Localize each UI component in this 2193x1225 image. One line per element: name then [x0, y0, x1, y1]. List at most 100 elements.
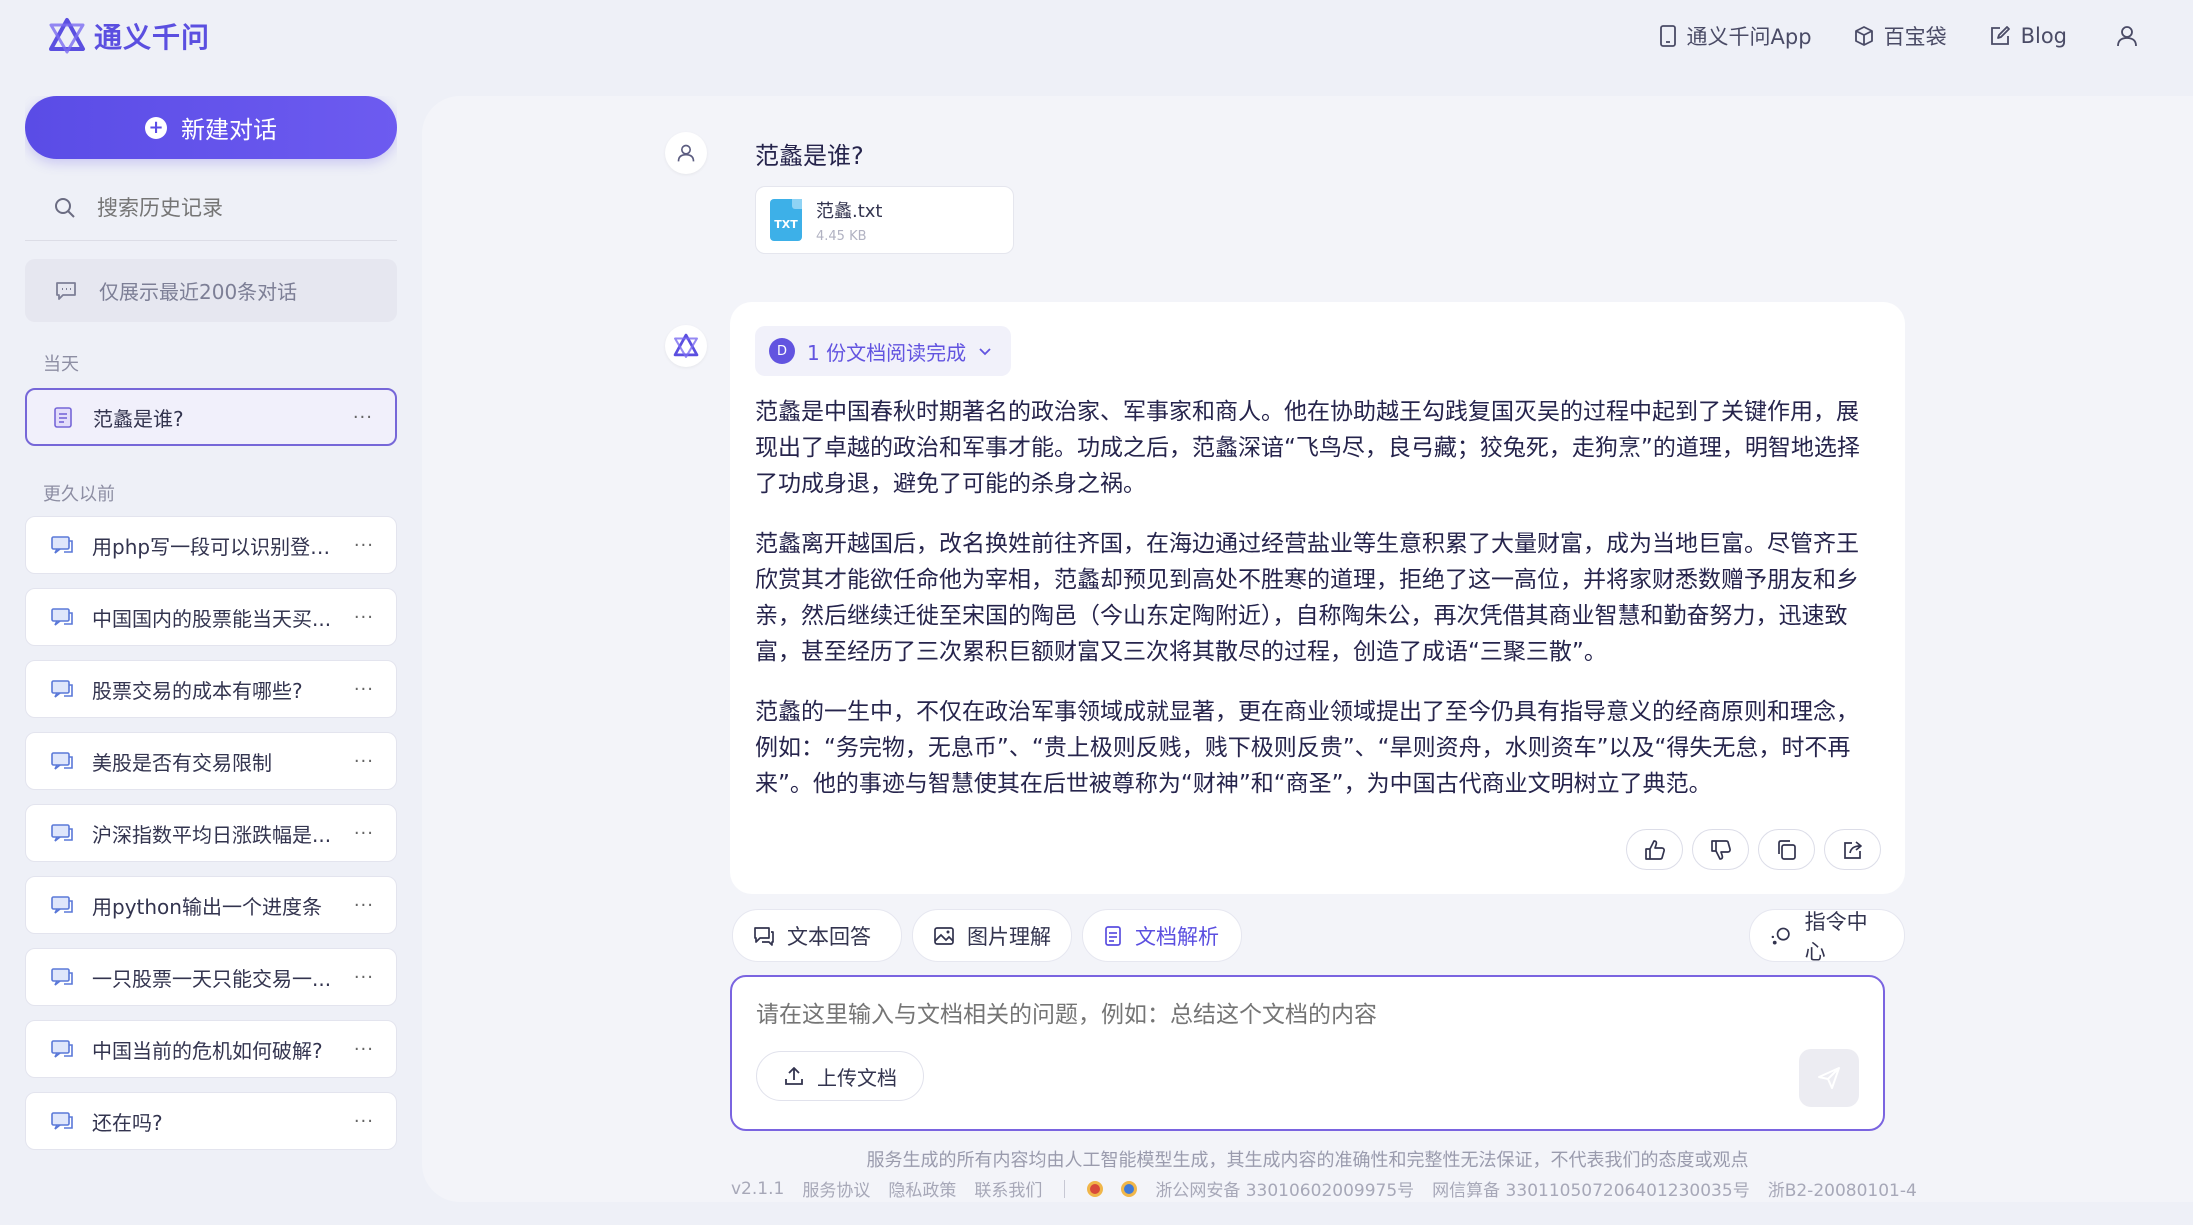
upload-document-button[interactable]: 上传文档	[756, 1051, 924, 1101]
dislike-button[interactable]	[1692, 829, 1749, 870]
history-item[interactable]: 用python输出一个进度条 ···	[25, 876, 397, 934]
thumbs-up-icon	[1644, 839, 1665, 860]
license-link[interactable]: 浙B2-20080101-4	[1768, 1176, 1917, 1201]
copy-button[interactable]	[1758, 829, 1815, 870]
emblem-icon	[1087, 1180, 1104, 1197]
document-icon	[54, 407, 72, 428]
tab-text-answer[interactable]: 文本回答	[732, 909, 902, 962]
like-button[interactable]	[1626, 829, 1683, 870]
blog-link[interactable]: Blog	[1989, 24, 2067, 48]
footer-divider	[1064, 1179, 1066, 1198]
chat-icon	[51, 1040, 73, 1058]
attached-file-card[interactable]: TXT 范蠡.txt 4.45 KB	[755, 186, 1014, 254]
history-item-label: 用php写一段可以识别登录...	[92, 534, 336, 559]
answer-actions	[1626, 829, 1881, 870]
top-nav: 通义千问App 百宝袋 Blog	[1659, 18, 2145, 54]
history-limit-notice: 仅展示最近200条对话	[25, 259, 397, 322]
user-icon	[2117, 25, 2137, 46]
contact-link[interactable]: 联系我们	[974, 1176, 1042, 1201]
file-name: 范蠡.txt	[816, 200, 883, 222]
more-icon[interactable]: ···	[354, 679, 374, 700]
copy-icon	[1777, 839, 1796, 860]
new-chat-button[interactable]: + 新建对话	[25, 96, 397, 159]
icp-record-link[interactable]: 网信算备 330110507206401230035号	[1432, 1176, 1750, 1201]
blog-label: Blog	[2020, 23, 2067, 48]
tab-doc-analysis-label: 文档解析	[1135, 924, 1219, 949]
history-item[interactable]: 中国当前的危机如何破解? ···	[25, 1020, 397, 1078]
chat-icon	[51, 608, 73, 626]
send-icon	[1818, 1067, 1840, 1089]
document-icon	[1105, 925, 1121, 946]
phone-icon	[1659, 24, 1676, 47]
answer-paragraph: 范蠡离开越国后，改名换姓前往齐国，在海边通过经营盐业等生意积累了大量财富，成为当…	[755, 531, 1859, 665]
plus-icon: +	[145, 116, 167, 139]
history-search-input[interactable]	[97, 195, 377, 220]
chat-icon	[51, 536, 73, 554]
history-item-label: 还在吗?	[92, 1110, 163, 1135]
assistant-avatar	[665, 325, 707, 367]
history-item[interactable]: 中国国内的股票能当天买... ···	[25, 588, 397, 646]
history-item[interactable]: 股票交易的成本有哪些? ···	[25, 660, 397, 718]
app-link[interactable]: 通义千问App	[1659, 21, 1812, 51]
share-button[interactable]	[1824, 829, 1881, 870]
prompt-input[interactable]	[756, 995, 1856, 1035]
more-icon[interactable]: ···	[354, 751, 374, 772]
more-icon[interactable]: ···	[354, 535, 374, 556]
prompt-input-box: 上传文档	[730, 975, 1885, 1131]
earlier-history-list: 用php写一段可以识别登录... ··· 中国国内的股票能当天买... ··· 股票交易…	[25, 516, 397, 1150]
user-menu-button[interactable]	[2109, 18, 2145, 54]
privacy-link[interactable]: 隐私政策	[888, 1176, 956, 1201]
history-item[interactable]: 用php写一段可以识别登录... ···	[25, 516, 397, 574]
more-icon[interactable]: ···	[354, 967, 374, 988]
thumbs-down-icon	[1710, 839, 1731, 860]
more-icon[interactable]: ···	[354, 1039, 374, 1060]
user-icon	[677, 144, 695, 162]
box-icon	[1854, 25, 1873, 46]
history-item[interactable]: 美股是否有交易限制 ···	[25, 732, 397, 790]
chat-icon	[51, 1112, 73, 1130]
sidebar: + 新建对话 仅展示最近200条对话 当天 范蠡是谁? ··· 更久以前 用ph…	[25, 96, 397, 1186]
assistant-answer-card: D 1 份文档阅读完成 范蠡是中国春秋时期著名的政治家、军事家和商人。他在协助越…	[730, 302, 1905, 894]
police-record-link[interactable]: 浙公网安备 33010602009975号	[1155, 1176, 1414, 1201]
more-icon[interactable]: ···	[354, 1111, 374, 1132]
more-icon[interactable]: ···	[354, 607, 374, 628]
chat-icon	[51, 968, 73, 986]
history-item[interactable]: 还在吗? ···	[25, 1092, 397, 1150]
more-icon[interactable]: ···	[353, 407, 373, 428]
more-icon[interactable]: ···	[354, 823, 374, 844]
history-item[interactable]: 沪深指数平均日涨跌幅是... ···	[25, 804, 397, 862]
doc-status-icon: D	[769, 338, 795, 364]
logo[interactable]: 通义千问	[48, 16, 210, 56]
history-item-active[interactable]: 范蠡是谁? ···	[25, 388, 397, 446]
more-icon[interactable]: ···	[354, 895, 374, 916]
doc-read-status[interactable]: D 1 份文档阅读完成	[755, 326, 1011, 376]
today-section-label: 当天	[43, 354, 79, 375]
send-button[interactable]	[1799, 1049, 1859, 1107]
qwen-logo-icon	[673, 333, 699, 358]
command-center-button[interactable]: 指令中心	[1749, 909, 1905, 964]
version-label: v2.1.1	[731, 1178, 785, 1199]
earlier-section-label: 更久以前	[43, 484, 115, 505]
chevron-down-icon	[979, 348, 991, 356]
chat-icon	[51, 680, 73, 698]
terms-link[interactable]: 服务协议	[802, 1176, 870, 1201]
answer-text: 范蠡是中国春秋时期著名的政治家、军事家和商人。他在协助越王勾践复国灭吴的过程中起…	[755, 394, 1875, 826]
toolbox-link[interactable]: 百宝袋	[1854, 21, 1947, 51]
tab-doc-analysis[interactable]: 文档解析	[1082, 909, 1242, 962]
file-size: 4.45 KB	[816, 228, 867, 244]
tab-image-understanding[interactable]: 图片理解	[912, 909, 1072, 962]
history-item[interactable]: 一只股票一天只能交易一... ···	[25, 948, 397, 1006]
command-center-label: 指令中心	[1804, 909, 1868, 964]
history-item-label: 中国国内的股票能当天买...	[92, 606, 332, 631]
chat-icon	[754, 926, 774, 946]
search-icon	[55, 197, 75, 218]
image-icon	[934, 926, 954, 945]
history-search	[25, 175, 397, 241]
txt-file-icon: TXT	[770, 199, 802, 241]
toolbox-label: 百宝袋	[1883, 24, 1947, 49]
doc-read-status-label: 1 份文档阅读完成	[807, 340, 967, 365]
share-icon	[1843, 840, 1862, 859]
tab-image-understanding-label: 图片理解	[967, 924, 1051, 949]
logo-text: 通义千问	[94, 20, 211, 54]
chat-panel: 范蠡是谁? TXT 范蠡.txt 4.45 KB D 1 份文档阅读完成 范蠡是…	[422, 96, 2193, 1202]
